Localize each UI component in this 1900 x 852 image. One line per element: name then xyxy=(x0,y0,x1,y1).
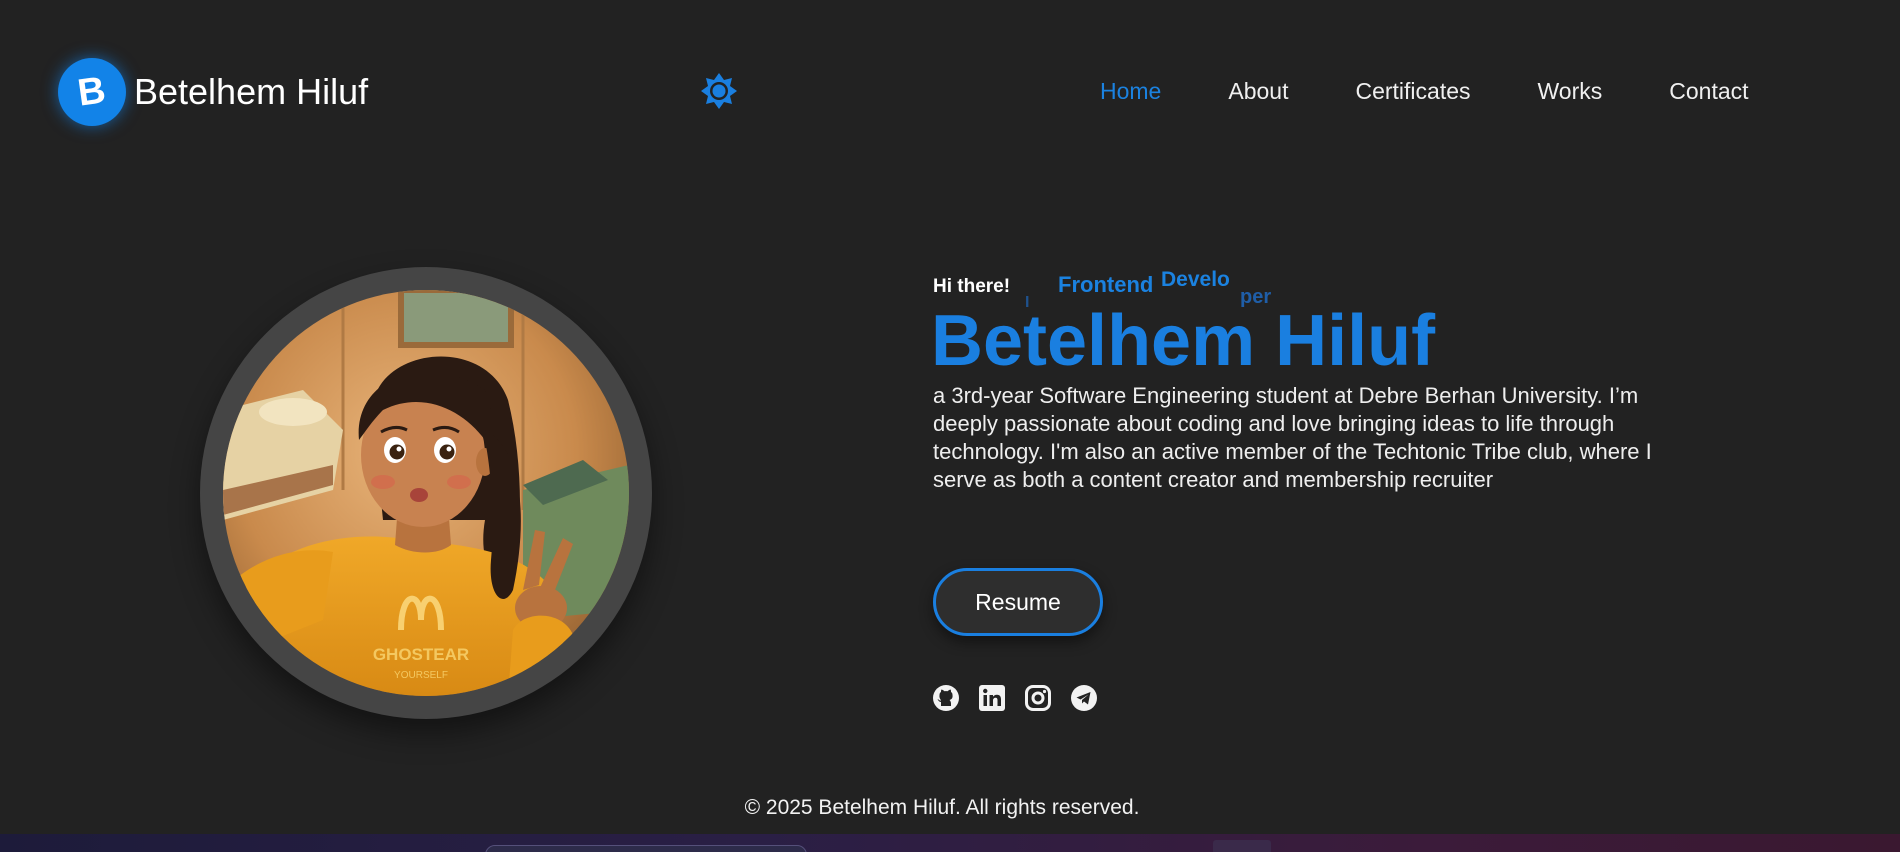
taskbar-app-icon[interactable] xyxy=(1213,840,1271,852)
bio-text: a 3rd-year Software Engineering student … xyxy=(933,383,1652,492)
footer-copyright: © 2025 Betelhem Hiluf. All rights reserv… xyxy=(744,796,1140,819)
greeting: Hi there! xyxy=(933,276,1011,297)
avatar-frame: GHOSTEAR YOURSELF xyxy=(200,267,652,719)
nav-about[interactable]: About xyxy=(1228,78,1288,105)
theme-toggle-sun-icon[interactable] xyxy=(698,70,740,112)
role-fragment-3: Develo xyxy=(1161,268,1230,291)
nav-works[interactable]: Works xyxy=(1538,78,1603,105)
telegram-icon[interactable] xyxy=(1070,684,1098,712)
nav-contact[interactable]: Contact xyxy=(1669,78,1748,105)
taskbar-search[interactable] xyxy=(485,845,807,852)
logo-letter: B xyxy=(75,68,109,115)
linkedin-icon[interactable] xyxy=(978,684,1006,712)
brand[interactable]: B Betelhem Hiluf xyxy=(58,58,368,126)
nav-home[interactable]: Home xyxy=(1100,78,1161,105)
social-links xyxy=(932,684,1116,712)
avatar: GHOSTEAR YOURSELF xyxy=(223,290,629,696)
logo-icon[interactable]: B xyxy=(58,58,126,126)
os-taskbar xyxy=(0,834,1900,852)
nav-certificates[interactable]: Certificates xyxy=(1355,78,1470,105)
role-fragment-2: Frontend xyxy=(1058,272,1154,297)
svg-text:YOURSELF: YOURSELF xyxy=(394,670,448,681)
github-icon[interactable] xyxy=(932,684,960,712)
svg-text:GHOSTEAR: GHOSTEAR xyxy=(373,645,469,664)
instagram-icon[interactable] xyxy=(1024,684,1052,712)
resume-button[interactable]: Resume xyxy=(933,568,1103,636)
hero-name: Betelhem Hiluf xyxy=(931,301,1436,381)
brand-name[interactable]: Betelhem Hiluf xyxy=(134,71,368,113)
main-nav: Home About Certificates Works Contact xyxy=(1100,78,1749,105)
portfolio-page: B Betelhem Hiluf Home About Certificates… xyxy=(0,0,1900,852)
